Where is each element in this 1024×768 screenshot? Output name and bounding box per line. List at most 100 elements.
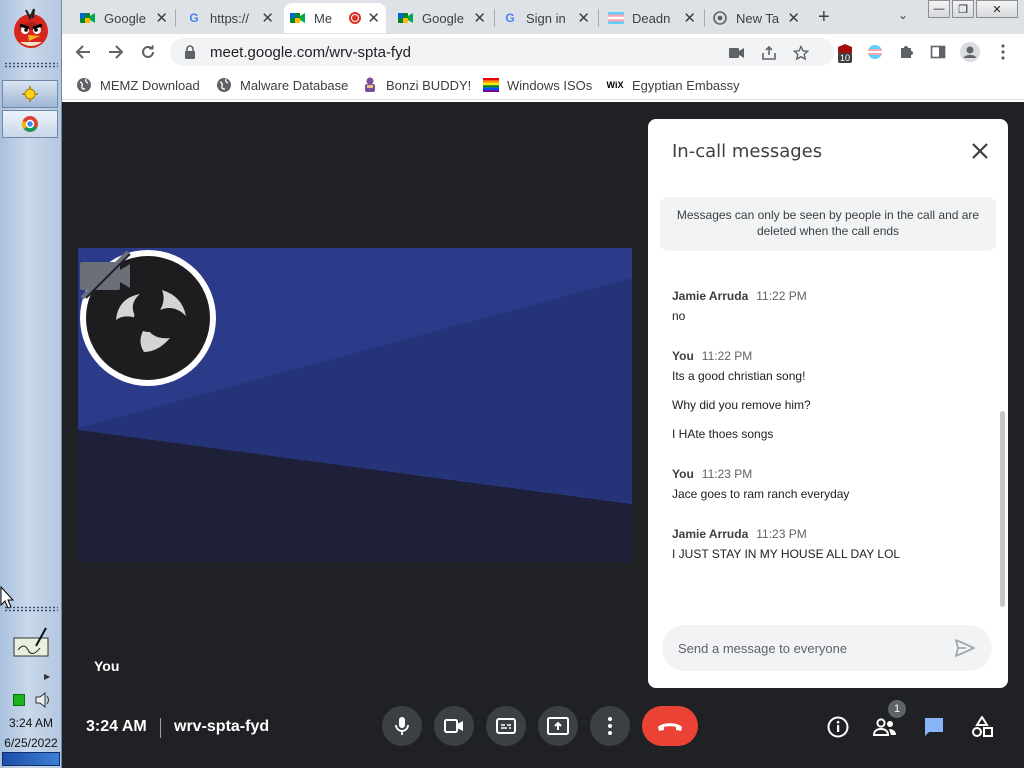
extension-shield-icon[interactable]: 10 — [834, 41, 856, 63]
leave-call-button[interactable] — [642, 706, 698, 746]
bookmark-label: Malware Database — [240, 77, 349, 93]
tab-deadn[interactable]: Deadn ✕ — [602, 3, 702, 33]
kebab-menu-icon[interactable] — [992, 41, 1014, 63]
closed-captions-icon — [496, 718, 516, 734]
extensions-puzzle-icon[interactable] — [895, 41, 917, 63]
close-tab-icon[interactable]: ✕ — [577, 9, 590, 27]
message-group: You 11:23 PM Jace goes to ram ranch every… — [672, 467, 992, 501]
close-tab-icon[interactable]: ✕ — [683, 9, 696, 27]
tab-google-meet-1[interactable]: Google ✕ — [74, 3, 174, 33]
bookmark-memz-download[interactable]: MEMZ Download — [76, 76, 200, 94]
self-video-tile[interactable] — [78, 248, 632, 562]
bookmark-malware-database[interactable]: Malware Database — [216, 76, 348, 94]
captions-button[interactable] — [486, 706, 526, 746]
url-text[interactable]: meet.google.com/wrv-spta-fyd — [210, 44, 411, 61]
more-vertical-icon — [608, 717, 612, 735]
chat-button[interactable] — [921, 714, 947, 740]
signature-pad-icon[interactable] — [12, 626, 50, 660]
tab-new-tab[interactable]: New Ta ✕ — [706, 3, 806, 33]
meeting-details-button[interactable] — [825, 714, 851, 740]
taskbar-clock-time[interactable]: 3:24 AM — [0, 716, 62, 730]
message-time: 11:23 PM — [701, 467, 753, 481]
tab-search-chevron-icon[interactable]: ⌄ — [898, 8, 908, 22]
wix-icon: WiX — [606, 80, 624, 90]
meet-stage: You In-call messages Messages can only b… — [62, 102, 1024, 768]
rainbow-icon — [483, 77, 499, 93]
close-tab-icon[interactable]: ✕ — [367, 9, 380, 27]
people-count-badge: 1 — [888, 700, 906, 718]
taskbar-app-chrome[interactable] — [2, 110, 58, 138]
extension-badge: 10 — [838, 53, 853, 63]
google-g-icon: G — [505, 11, 515, 25]
taskbar-clock-date[interactable]: 6/25/2022 — [0, 736, 62, 750]
bookmark-label: MEMZ Download — [100, 77, 200, 93]
chat-scrollbar[interactable] — [1000, 411, 1005, 607]
forward-arrow-icon[interactable] — [105, 41, 127, 63]
message-group: You 11:22 PM Its a good christian song! W… — [672, 349, 992, 441]
message-text: Its a good christian song! — [672, 369, 806, 383]
send-icon[interactable] — [954, 637, 976, 659]
tab-https[interactable]: G https:// ✕ — [180, 3, 280, 33]
close-tab-icon[interactable]: ✕ — [155, 9, 168, 27]
activities-button[interactable] — [969, 714, 995, 740]
bookmark-bonzi-buddy[interactable]: Bonzi BUDDY! — [362, 76, 471, 94]
taskbar-grip[interactable] — [4, 62, 58, 68]
close-window-button[interactable]: ✕ — [976, 0, 1018, 18]
tab-google-meet-2[interactable]: Google ✕ — [392, 3, 492, 33]
tab-sign-in[interactable]: G Sign in ✕ — [496, 3, 596, 33]
message-group: Jamie Arruda 11:22 PM no — [672, 289, 992, 323]
chat-message-input[interactable] — [678, 636, 938, 660]
bookmark-label: Egyptian Embassy — [632, 77, 740, 93]
present-screen-button[interactable] — [538, 706, 578, 746]
recording-icon — [349, 12, 362, 24]
minimize-button[interactable]: — — [928, 0, 950, 18]
browser-toolbar: meet.google.com/wrv-spta-fyd 10 — [62, 34, 1024, 70]
bookmark-egyptian-embassy[interactable]: WiX Egyptian Embassy — [606, 76, 740, 94]
tab-separator — [704, 9, 705, 27]
people-button[interactable] — [872, 714, 898, 740]
message-time: 11:22 PM — [756, 289, 807, 303]
chat-composer — [662, 625, 992, 671]
camera-button[interactable] — [434, 706, 474, 746]
camera-in-use-icon[interactable] — [728, 44, 746, 62]
reload-icon[interactable] — [137, 41, 159, 63]
message-time: 11:22 PM — [701, 349, 753, 363]
microphone-button[interactable] — [382, 706, 422, 746]
bookmark-star-icon[interactable] — [792, 44, 810, 62]
more-options-button[interactable] — [590, 706, 630, 746]
maximize-button[interactable]: ❐ — [952, 0, 974, 18]
close-tab-icon[interactable]: ✕ — [473, 9, 486, 27]
start-bar[interactable] — [2, 752, 60, 766]
info-icon — [827, 716, 849, 738]
trans-flag-icon — [608, 10, 624, 26]
network-icon[interactable] — [13, 694, 25, 706]
side-panel-icon[interactable] — [927, 41, 949, 63]
taskbar-app-sun[interactable] — [2, 80, 58, 108]
profile-avatar-icon[interactable] — [959, 41, 981, 63]
expand-arrow-icon[interactable]: ▶ — [44, 672, 50, 681]
bookmark-windows-isos[interactable]: Windows ISOs — [483, 76, 592, 94]
tab-title: Me — [314, 10, 333, 26]
new-tab-plus-icon[interactable]: + — [818, 6, 830, 29]
chrome-icon — [22, 116, 38, 132]
trans-flag-extension-icon[interactable] — [864, 41, 886, 63]
share-icon[interactable] — [760, 44, 778, 62]
tab-strip: Google ✕ G https:// ✕ Me ✕ Google ✕ G Si… — [62, 0, 1024, 34]
taskbar-grip[interactable] — [4, 606, 58, 612]
address-bar[interactable]: meet.google.com/wrv-spta-fyd — [170, 38, 834, 66]
lock-icon[interactable] — [182, 45, 198, 59]
browser-window: Google ✕ G https:// ✕ Me ✕ Google ✕ G Si… — [62, 0, 1024, 102]
close-tab-icon[interactable]: ✕ — [787, 9, 800, 27]
volume-icon[interactable] — [34, 692, 52, 708]
tab-separator — [175, 9, 176, 27]
tab-title: https:// — [210, 10, 250, 26]
back-arrow-icon[interactable] — [72, 41, 94, 63]
tab-title: New Ta — [736, 10, 780, 26]
message-text: Why did you remove him? — [672, 398, 811, 412]
angry-bird-icon[interactable] — [8, 6, 54, 50]
tab-meet-active[interactable]: Me ✕ — [284, 3, 386, 33]
tab-title: Deadn — [632, 10, 671, 26]
close-tab-icon[interactable]: ✕ — [261, 9, 274, 27]
close-icon[interactable] — [968, 139, 992, 163]
camera-off-icon — [80, 250, 131, 300]
